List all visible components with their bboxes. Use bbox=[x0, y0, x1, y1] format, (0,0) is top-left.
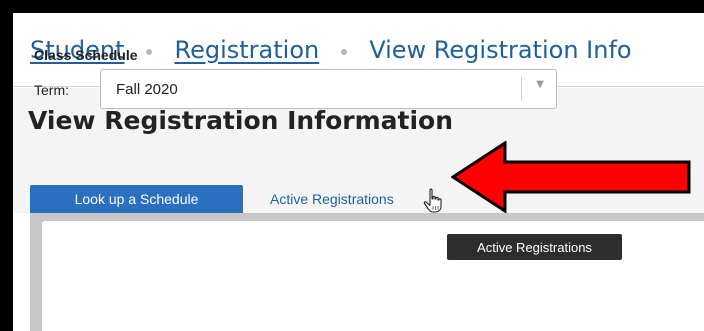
breadcrumb-separator bbox=[341, 48, 348, 55]
chevron-down-icon[interactable]: ▼ bbox=[536, 79, 544, 90]
tooltip: Active Registrations bbox=[447, 234, 622, 260]
tab-look-up-schedule[interactable]: Look up a Schedule bbox=[30, 185, 243, 213]
term-select[interactable]: Fall 2020 ▼ bbox=[100, 69, 557, 109]
tab-label: Active Registrations bbox=[270, 191, 394, 207]
hand-pointer-icon bbox=[423, 188, 442, 213]
tooltip-text: Active Registrations bbox=[477, 239, 592, 255]
red-arrow-icon bbox=[451, 141, 691, 213]
tab-label: Look up a Schedule bbox=[74, 191, 199, 207]
select-divider bbox=[521, 77, 522, 101]
tab-content bbox=[30, 213, 704, 331]
page-title: View Registration Information bbox=[28, 106, 454, 135]
term-label: Term: bbox=[34, 82, 69, 98]
breadcrumb-registration-link[interactable]: Registration bbox=[174, 36, 319, 64]
section-title: Class Schedule bbox=[34, 47, 138, 63]
breadcrumb-separator bbox=[146, 48, 153, 55]
breadcrumb-current-page: View Registration Info bbox=[369, 35, 632, 64]
term-selected-value: Fall 2020 bbox=[116, 81, 178, 98]
